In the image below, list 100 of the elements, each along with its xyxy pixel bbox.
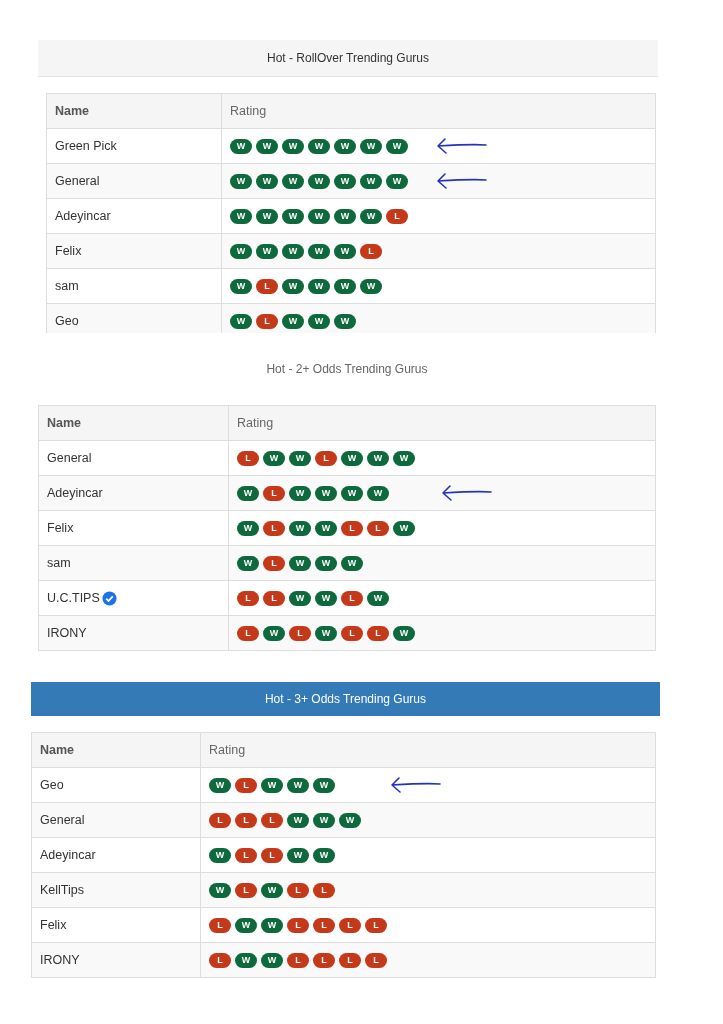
guru-name: KellTips [40,883,84,897]
result-badge: L [367,520,389,536]
result-badge: W [367,590,389,606]
result-badge: L [235,812,257,828]
result-badge: L [313,882,335,898]
result-badge: W [209,777,231,793]
result-badge: W [235,952,257,968]
result-badge: L [341,625,363,641]
result-badge: W [289,590,311,606]
result-badge: L [365,917,387,933]
result-badge: W [341,555,363,571]
result-badge: L [367,625,389,641]
result-badge: W [209,882,231,898]
guru-name: Felix [47,521,74,535]
result-badge: W [230,173,252,189]
result-badge: W [341,485,363,501]
result-badge: L [287,952,309,968]
section-title: Hot - RollOver Trending Gurus [38,40,658,77]
result-badge: W [261,777,283,793]
result-badge: W [341,450,363,466]
result-badge: W [386,138,408,154]
result-badge: L [313,917,335,933]
result-badge: W [256,138,278,154]
guru-name: Green Pick [55,139,117,153]
result-badge: W [287,847,309,863]
section-title: Hot - 2+ Odds Trending Gurus [265,361,429,378]
result-badge: W [230,243,252,259]
result-badge: W [289,485,311,501]
result-badge: L [287,882,309,898]
result-badge: L [263,590,285,606]
result-badge: L [256,313,278,329]
result-badge: W [334,173,356,189]
column-header: Rating [228,405,656,441]
result-badge: W [282,243,304,259]
result-badge: W [287,812,309,828]
guru-name: Geo [40,778,64,792]
result-badge: L [261,847,283,863]
guru-name: Geo [55,314,79,328]
result-badge: W [308,313,330,329]
result-badge: L [287,917,309,933]
result-badge: W [308,138,330,154]
result-badge: W [282,173,304,189]
result-badge: L [261,812,283,828]
result-badge: W [289,555,311,571]
result-badge: W [308,243,330,259]
result-badge: L [235,847,257,863]
result-badge: L [289,625,311,641]
result-badge: W [209,847,231,863]
result-badge: W [308,208,330,224]
section-title: Hot - 3+ Odds Trending Gurus [31,682,660,716]
guru-name: General [40,813,85,827]
result-badge: W [287,777,309,793]
result-badge: W [263,450,285,466]
guru-name: IRONY [47,626,87,640]
result-badge: W [315,625,337,641]
result-badge: L [209,917,231,933]
result-badge: L [386,208,408,224]
result-badge: W [360,138,382,154]
result-badge: W [360,208,382,224]
result-badge: W [282,208,304,224]
guru-name: Adeyincar [47,486,103,500]
result-badge: W [235,917,257,933]
result-badge: W [261,882,283,898]
result-badge: W [263,625,285,641]
result-badge: L [235,777,257,793]
result-badge: W [313,812,335,828]
result-badge: W [230,208,252,224]
result-badge: W [334,208,356,224]
result-badge: W [360,278,382,294]
column-header: Name [46,93,222,129]
result-badge: L [339,917,361,933]
result-badge: W [256,243,278,259]
result-badge: L [263,520,285,536]
result-badge: W [237,555,259,571]
column-header: Rating [221,93,656,129]
guru-name: sam [47,556,71,570]
guru-name: Adeyincar [40,848,96,862]
result-badge: W [230,313,252,329]
guru-name: Adeyincar [55,209,111,223]
result-badge: W [237,485,259,501]
guru-name: U.C.TIPS [47,591,100,605]
result-badge: L [360,243,382,259]
result-badge: L [209,812,231,828]
result-badge: W [289,450,311,466]
result-badge: W [367,450,389,466]
result-badge: L [339,952,361,968]
result-badge: W [282,278,304,294]
result-badge: W [230,278,252,294]
result-badge: W [334,243,356,259]
result-badge: W [237,520,259,536]
result-badge: W [308,173,330,189]
result-badge: W [334,138,356,154]
result-badge: W [339,812,361,828]
result-badge: L [263,485,285,501]
result-badge: W [282,138,304,154]
result-badge: W [393,625,415,641]
result-badge: W [334,313,356,329]
result-badge: W [334,278,356,294]
result-badge: W [315,590,337,606]
guru-name: Felix [40,918,67,932]
